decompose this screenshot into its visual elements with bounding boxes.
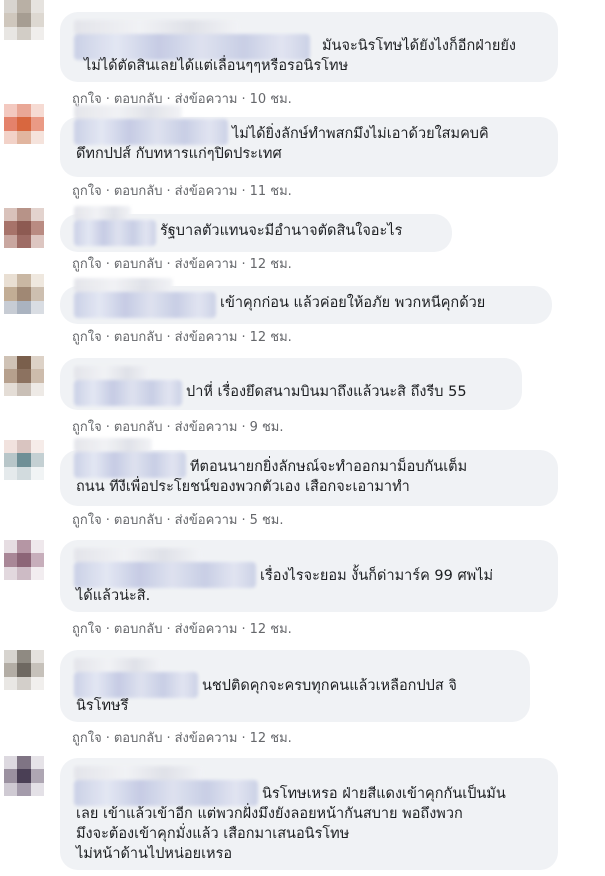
- like-link[interactable]: ถูกใจ: [72, 257, 102, 272]
- reply-link[interactable]: ตอบกลับ: [114, 622, 163, 637]
- avatar[interactable]: [4, 440, 44, 480]
- comment-bubble: เข้าคุกก่อน แล้วค่อยให้อภัย พวกหนีคุกด้ว…: [60, 278, 552, 324]
- timestamp[interactable]: 12 ชม.: [250, 622, 292, 637]
- comment-text: นิรโทษเหรอ ฝ่ายสีแดงเข้าคุกกันเป็นมัน เล…: [76, 786, 506, 862]
- comment-bubble: ปาหี่ เรื่องยึดสนามบินมาถึงแล้วนะสิ ถึงร…: [60, 358, 522, 410]
- comment-text: มันจะนิรโทษได้ยังไงก็อีกฝ่ายยัง ไม่ได้ตั…: [84, 38, 516, 74]
- avatar[interactable]: [4, 104, 44, 144]
- comment-text: ไม่ได้ยิ่งลักษ์ทำพสกมึงไม่เอาด้วยใสมคบคิ…: [76, 126, 489, 162]
- comment-actions: ถูกใจ · ตอบกลับ · ส่งข้อความ · 12 ชม.: [72, 330, 292, 345]
- timestamp[interactable]: 9 ชม.: [250, 420, 284, 435]
- comment-actions: ถูกใจ · ตอบกลับ · ส่งข้อความ · 12 ชม.: [72, 257, 292, 272]
- comment-text: เรื่องไรจะยอม งั้นก็ด่ามาร์ค 99 ศพไม่ ได…: [76, 568, 494, 604]
- send-message-link[interactable]: ส่งข้อความ: [175, 513, 238, 528]
- comment-actions: ถูกใจ · ตอบกลับ · ส่งข้อความ · 9 ชม.: [72, 420, 284, 435]
- comment-bubble: รัฐบาลตัวแทนจะมีอำนาจตัดสินใจอะไร: [60, 206, 452, 252]
- comment-actions: ถูกใจ · ตอบกลับ · ส่งข้อความ · 12 ชม.: [72, 731, 292, 746]
- comment-text: รัฐบาลตัวแทนจะมีอำนาจตัดสินใจอะไร: [160, 223, 403, 239]
- like-link[interactable]: ถูกใจ: [72, 622, 102, 637]
- avatar[interactable]: [4, 756, 44, 796]
- avatar[interactable]: [4, 274, 44, 314]
- timestamp[interactable]: 11 ชม.: [250, 184, 292, 199]
- send-message-link[interactable]: ส่งข้อความ: [175, 622, 238, 637]
- comment-bubble: มันจะนิรโทษได้ยังไงก็อีกฝ่ายยัง ไม่ได้ตั…: [60, 12, 558, 82]
- reply-link[interactable]: ตอบกลับ: [114, 513, 163, 528]
- like-link[interactable]: ถูกใจ: [72, 731, 102, 746]
- comment-bubble: นชปติดคุกจะครบทุกคนแล้วเหลือกปปส จิ นิรโ…: [60, 650, 530, 722]
- avatar[interactable]: [4, 650, 44, 690]
- reply-link[interactable]: ตอบกลับ: [114, 420, 163, 435]
- timestamp[interactable]: 12 ชม.: [250, 257, 292, 272]
- send-message-link[interactable]: ส่งข้อความ: [175, 184, 238, 199]
- like-link[interactable]: ถูกใจ: [72, 513, 102, 528]
- comment-actions: ถูกใจ · ตอบกลับ · ส่งข้อความ · 11 ชม.: [72, 184, 292, 199]
- comment-actions: ถูกใจ · ตอบกลับ · ส่งข้อความ · 5 ชม.: [72, 513, 284, 528]
- comment-bubble: ไม่ได้ยิ่งลักษ์ทำพสกมึงไม่เอาด้วยใสมคบคิ…: [60, 105, 558, 177]
- like-link[interactable]: ถูกใจ: [72, 330, 102, 345]
- reply-link[interactable]: ตอบกลับ: [114, 330, 163, 345]
- send-message-link[interactable]: ส่งข้อความ: [175, 257, 238, 272]
- comment-bubble: นิรโทษเหรอ ฝ่ายสีแดงเข้าคุกกันเป็นมัน เล…: [60, 758, 558, 870]
- comment-bubble: เรื่องไรจะยอม งั้นก็ด่ามาร์ค 99 ศพไม่ ได…: [60, 540, 558, 612]
- avatar[interactable]: [4, 0, 44, 40]
- timestamp[interactable]: 5 ชม.: [250, 513, 284, 528]
- reply-link[interactable]: ตอบกลับ: [114, 257, 163, 272]
- like-link[interactable]: ถูกใจ: [72, 184, 102, 199]
- timestamp[interactable]: 12 ชม.: [250, 330, 292, 345]
- reply-link[interactable]: ตอบกลับ: [114, 184, 163, 199]
- avatar[interactable]: [4, 540, 44, 580]
- like-link[interactable]: ถูกใจ: [72, 420, 102, 435]
- reply-link[interactable]: ตอบกลับ: [114, 731, 163, 746]
- send-message-link[interactable]: ส่งข้อความ: [175, 420, 238, 435]
- send-message-link[interactable]: ส่งข้อความ: [175, 731, 238, 746]
- comment-feed: มันจะนิรโทษได้ยังไงก็อีกฝ่ายยัง ไม่ได้ตั…: [0, 0, 605, 876]
- avatar[interactable]: [4, 208, 44, 248]
- comment-bubble: ทีตอนนายกยิ่งลักษณ์จะทำออกมาม็อบกันเต็ม …: [60, 438, 558, 506]
- send-message-link[interactable]: ส่งข้อความ: [175, 330, 238, 345]
- comment-actions: ถูกใจ · ตอบกลับ · ส่งข้อความ · 12 ชม.: [72, 622, 292, 637]
- comment-text: เข้าคุกก่อน แล้วค่อยให้อภัย พวกหนีคุกด้ว…: [220, 295, 486, 311]
- comment-text: ทีตอนนายกยิ่งลักษณ์จะทำออกมาม็อบกันเต็ม …: [76, 459, 468, 495]
- comment-text: นชปติดคุกจะครบทุกคนแล้วเหลือกปปส จิ นิรโ…: [76, 678, 457, 714]
- avatar[interactable]: [4, 356, 44, 396]
- timestamp[interactable]: 10 ชม.: [250, 92, 292, 107]
- timestamp[interactable]: 12 ชม.: [250, 731, 292, 746]
- comment-text: ปาหี่ เรื่องยึดสนามบินมาถึงแล้วนะสิ ถึงร…: [186, 384, 467, 400]
- send-message-link[interactable]: ส่งข้อความ: [175, 92, 238, 107]
